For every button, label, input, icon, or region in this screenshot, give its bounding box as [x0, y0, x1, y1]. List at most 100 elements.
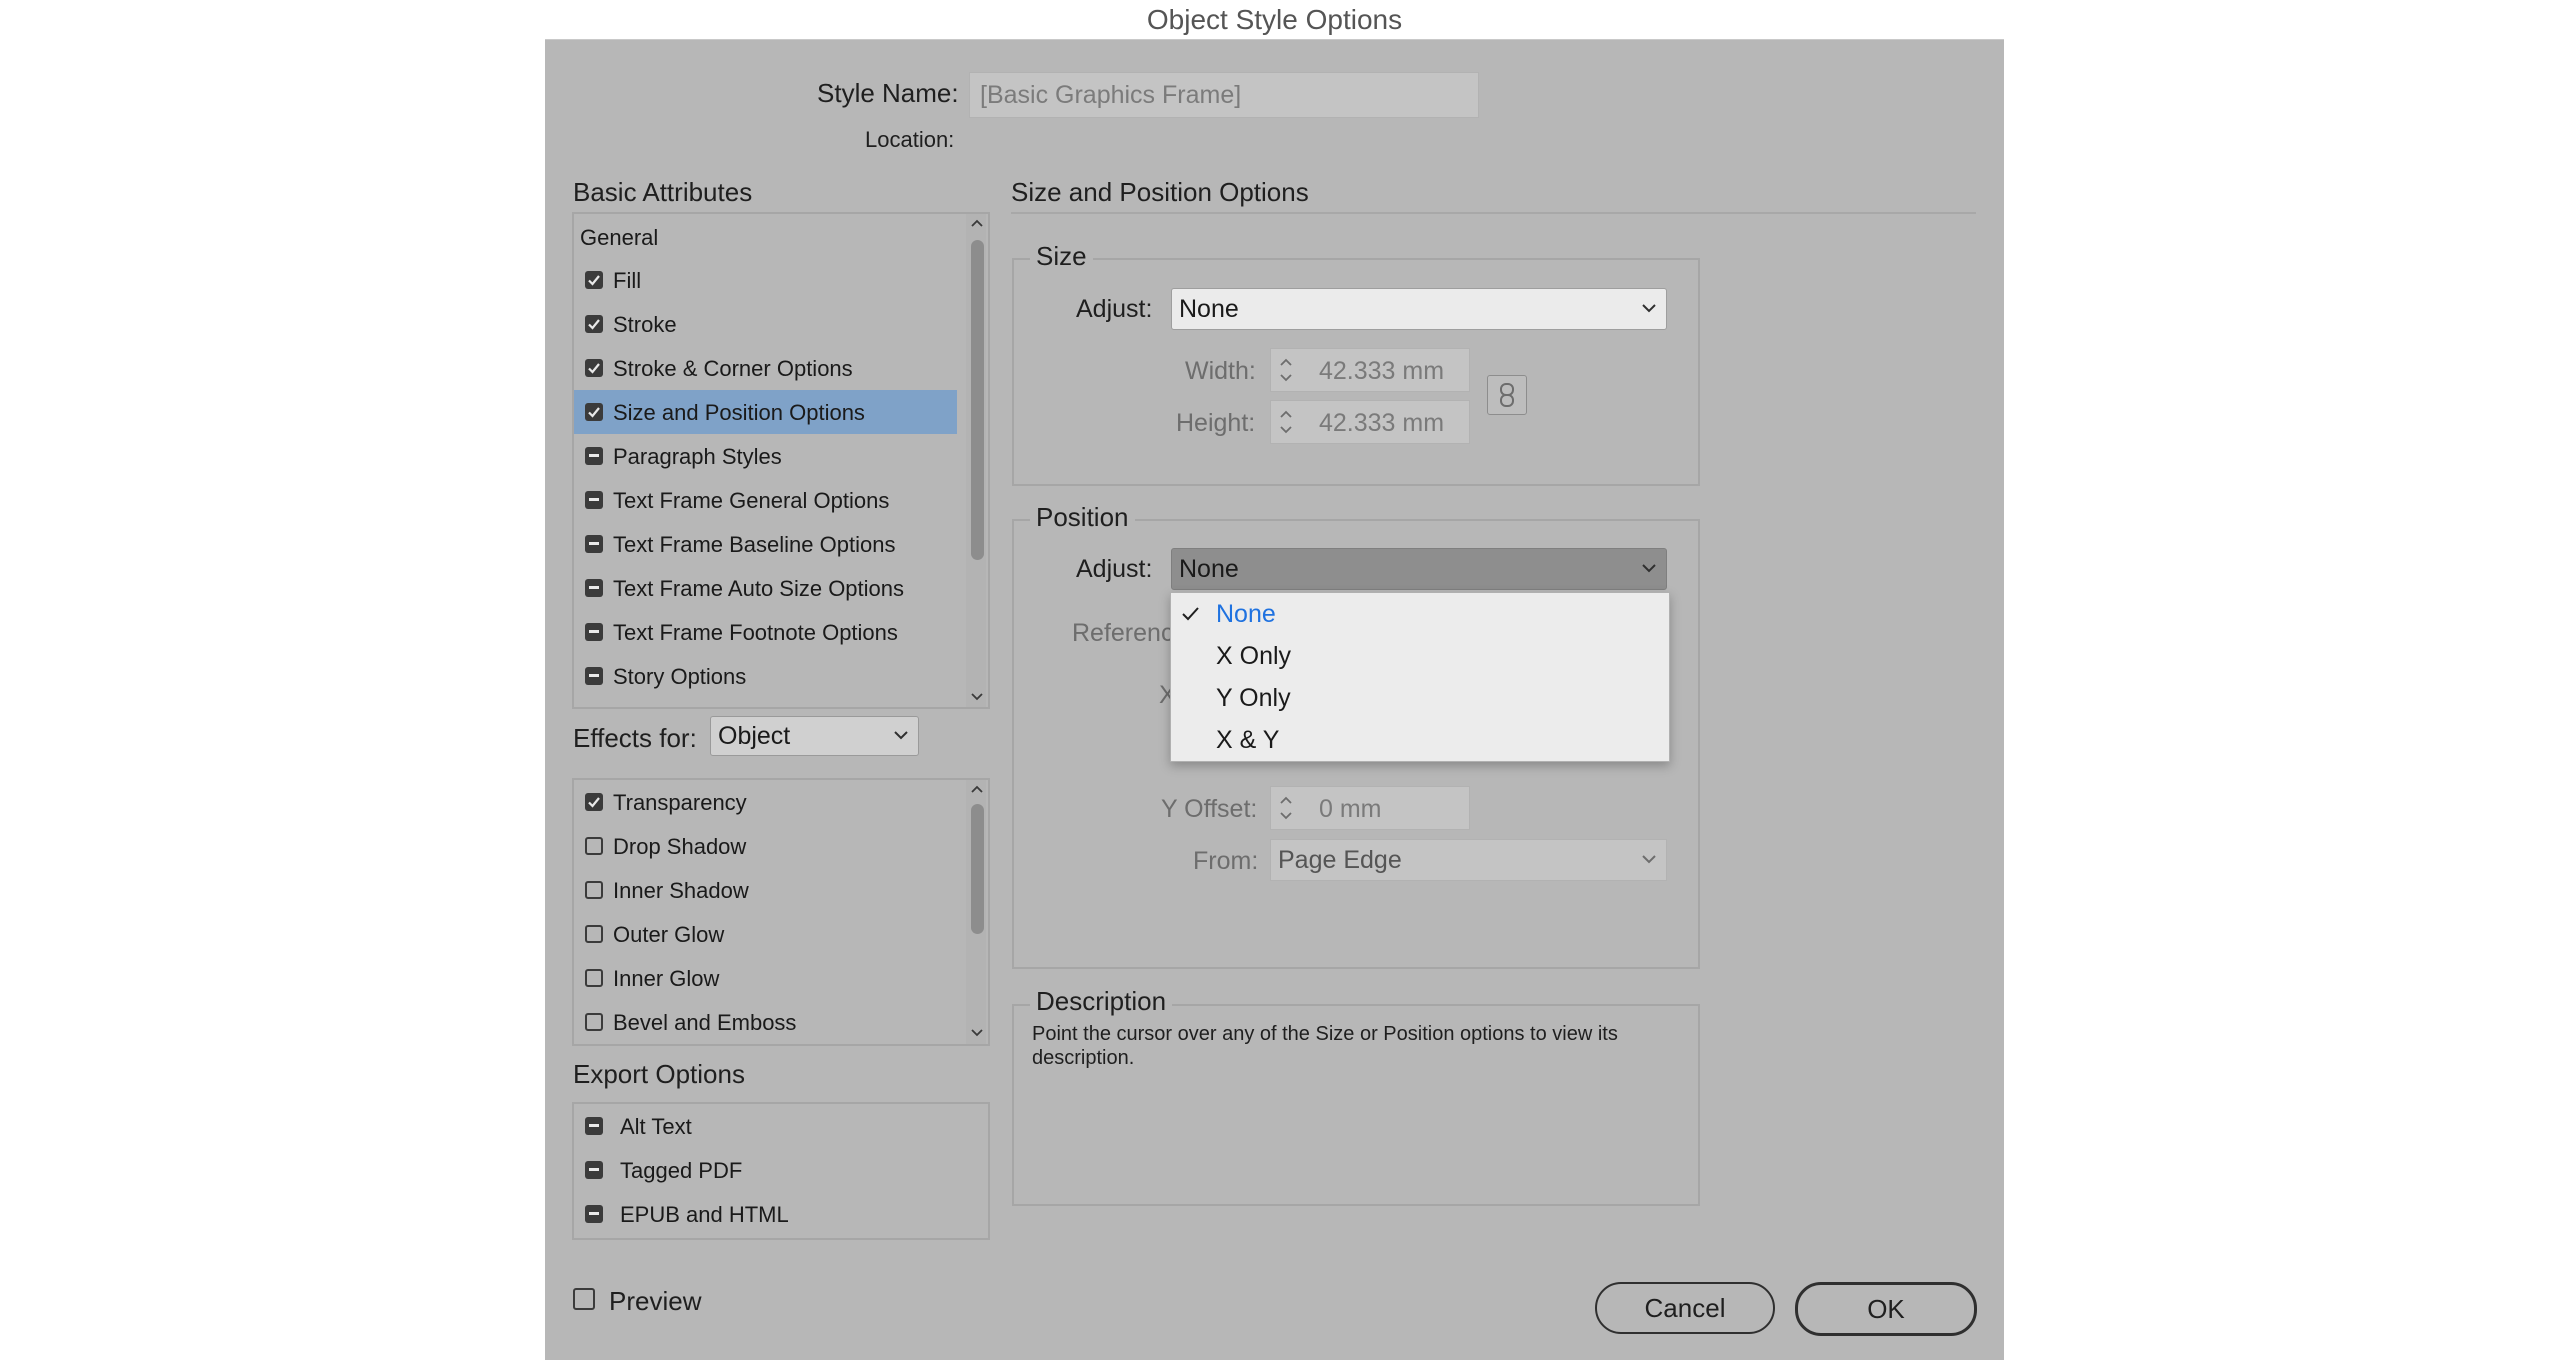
chevron-down-icon	[1642, 304, 1656, 313]
list-item-fill[interactable]: Fill	[574, 258, 957, 302]
list-item-story-options[interactable]: Story Options	[574, 654, 957, 698]
position-adjust-select-open[interactable]: None	[1171, 548, 1667, 590]
basic-attributes-list: General Fill Stroke Stroke & Corner Opti…	[572, 212, 990, 709]
cancel-button[interactable]: Cancel	[1595, 1282, 1775, 1334]
checkbox-unchecked[interactable]	[585, 925, 603, 943]
heading-divider	[1011, 212, 1976, 214]
effects-for-label: Effects for:	[573, 723, 697, 753]
checkbox-mixed[interactable]	[585, 1161, 603, 1179]
checkbox-checked[interactable]	[585, 359, 603, 377]
list-item-label: Inner Glow	[613, 966, 720, 991]
list-item-inner-shadow[interactable]: Inner Shadow	[574, 868, 957, 912]
scroll-up-icon[interactable]	[970, 784, 984, 794]
checkbox-mixed[interactable]	[585, 491, 603, 509]
style-name-label: Style Name:	[817, 78, 959, 108]
list-item-text-frame-footnote[interactable]: Text Frame Footnote Options	[574, 610, 957, 654]
checkbox-checked[interactable]	[585, 315, 603, 333]
effects-list: Transparency Drop Shadow Inner Shadow Ou…	[572, 778, 990, 1046]
from-label: From:	[1193, 847, 1259, 875]
list-item-stroke-corner[interactable]: Stroke & Corner Options	[574, 346, 957, 390]
menu-item-x-only[interactable]: X Only	[1171, 635, 1669, 677]
from-value: Page Edge	[1278, 846, 1402, 874]
menu-item-y-only[interactable]: Y Only	[1171, 677, 1669, 719]
from-select[interactable]: Page Edge	[1270, 839, 1667, 881]
stepper-icon[interactable]	[1278, 352, 1294, 388]
list-item-paragraph-styles[interactable]: Paragraph Styles	[574, 434, 957, 478]
list-item-text-frame-auto-size[interactable]: Text Frame Auto Size Options	[574, 566, 957, 610]
effects-scrollbar[interactable]	[966, 780, 986, 1044]
adjust-dropdown-menu: None X Only Y Only X & Y	[1170, 592, 1670, 762]
checkmark-icon	[1182, 607, 1199, 621]
checkbox-unchecked[interactable]	[585, 881, 603, 899]
list-item-text-frame-baseline[interactable]: Text Frame Baseline Options	[574, 522, 957, 566]
checkbox-checked[interactable]	[585, 793, 603, 811]
scroll-thumb[interactable]	[971, 240, 984, 560]
list-item-outer-glow[interactable]: Outer Glow	[574, 912, 957, 956]
preview-checkbox[interactable]	[573, 1288, 595, 1310]
list-item-label: Transparency	[613, 790, 747, 815]
list-item-label: Text Frame Auto Size Options	[613, 576, 905, 601]
checkbox-mixed[interactable]	[585, 1205, 603, 1223]
list-item-label: Text Frame Footnote Options	[613, 620, 898, 645]
menu-item-x-and-y[interactable]: X & Y	[1171, 719, 1669, 761]
list-item-transparency[interactable]: Transparency	[574, 780, 957, 824]
y-offset-value: 0 mm	[1319, 795, 1382, 823]
scroll-down-icon[interactable]	[970, 692, 984, 702]
preview-label: Preview	[609, 1286, 702, 1316]
list-item-label: EPUB and HTML	[620, 1202, 789, 1227]
checkbox-checked[interactable]	[585, 271, 603, 289]
checkbox-unchecked[interactable]	[585, 969, 603, 987]
effects-for-select[interactable]: Object	[710, 716, 919, 756]
list-item-text-frame-general[interactable]: Text Frame General Options	[574, 478, 957, 522]
list-item-size-position-selected[interactable]: Size and Position Options	[574, 390, 957, 434]
scroll-up-icon[interactable]	[970, 218, 984, 228]
list-item-label: Story Options	[613, 664, 747, 689]
list-item-label: Bevel and Emboss	[613, 1010, 797, 1035]
list-item-inner-glow[interactable]: Inner Glow	[574, 956, 957, 1000]
position-adjust-value: None	[1179, 555, 1239, 583]
checkbox-mixed[interactable]	[585, 535, 603, 553]
stepper-icon[interactable]	[1278, 404, 1294, 440]
checkbox-unchecked[interactable]	[585, 837, 603, 855]
checkbox-checked[interactable]	[585, 403, 603, 421]
menu-item-none[interactable]: None	[1171, 593, 1669, 635]
y-offset-field[interactable]: 0 mm	[1270, 786, 1470, 830]
list-item-label: Outer Glow	[613, 922, 725, 947]
list-item-bevel-emboss[interactable]: Bevel and Emboss	[574, 1000, 957, 1044]
list-item-label: Size and Position Options	[613, 400, 865, 425]
list-item-label: Inner Shadow	[613, 878, 749, 903]
width-field[interactable]: 42.333 mm	[1270, 348, 1470, 392]
checkbox-mixed[interactable]	[585, 667, 603, 685]
basic-attributes-scrollbar[interactable]	[966, 214, 986, 707]
window-title: Object Style Options	[1146, 4, 1403, 35]
checkbox-mixed[interactable]	[585, 1117, 603, 1135]
list-item-alt-text[interactable]: Alt Text	[574, 1104, 957, 1148]
menu-item-label: X Only	[1216, 642, 1292, 670]
list-item-label: Stroke & Corner Options	[613, 356, 853, 381]
scroll-thumb[interactable]	[971, 804, 984, 934]
position-adjust-label: Adjust:	[1076, 555, 1153, 583]
constrain-proportions-button[interactable]	[1487, 375, 1527, 415]
style-name-value: [Basic Graphics Frame]	[980, 81, 1242, 109]
ok-button[interactable]: OK	[1795, 1282, 1977, 1336]
list-item-drop-shadow[interactable]: Drop Shadow	[574, 824, 957, 868]
checkbox-unchecked[interactable]	[585, 1013, 603, 1031]
height-field[interactable]: 42.333 mm	[1270, 400, 1470, 444]
chain-link-icon	[1500, 383, 1514, 407]
y-offset-label: Y Offset:	[1161, 795, 1258, 823]
menu-item-label: X & Y	[1216, 726, 1280, 754]
checkbox-mixed[interactable]	[585, 623, 603, 641]
checkbox-mixed[interactable]	[585, 447, 603, 465]
checkbox-mixed[interactable]	[585, 579, 603, 597]
chevron-down-icon	[894, 731, 908, 740]
stepper-icon[interactable]	[1278, 790, 1294, 826]
list-item-stroke[interactable]: Stroke	[574, 302, 957, 346]
effects-for-value: Object	[718, 722, 791, 750]
scroll-down-icon[interactable]	[970, 1028, 984, 1038]
list-item-epub-html[interactable]: EPUB and HTML	[574, 1192, 957, 1236]
chevron-down-icon	[1642, 564, 1656, 573]
style-name-input[interactable]: [Basic Graphics Frame]	[969, 72, 1479, 118]
list-general[interactable]: General	[580, 225, 658, 251]
size-adjust-select[interactable]: None	[1171, 288, 1667, 330]
list-item-tagged-pdf[interactable]: Tagged PDF	[574, 1148, 957, 1192]
